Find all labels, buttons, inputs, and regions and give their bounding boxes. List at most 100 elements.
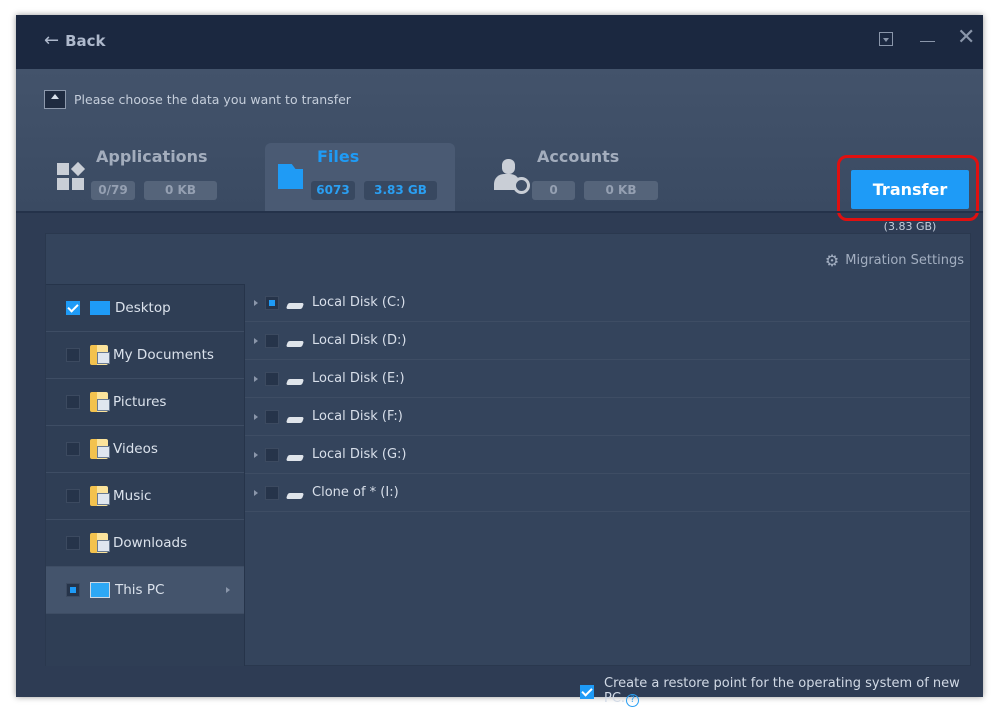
app-window: ← Back ✕ Please choose the data you want… (16, 15, 983, 707)
folder-checkbox[interactable] (66, 536, 80, 550)
restore-point-option: Create a restore point for the operating… (580, 676, 983, 707)
drive-icon (285, 378, 305, 385)
apps-grid-icon (57, 161, 86, 191)
desktop-icon (90, 301, 110, 315)
transfer-button[interactable]: Transfer (851, 170, 969, 209)
back-button[interactable]: ← Back (44, 30, 106, 51)
folder-item-desktop[interactable]: Desktop (46, 285, 244, 332)
drive-item[interactable]: Local Disk (E:) (245, 360, 970, 398)
drive-icon (285, 454, 305, 461)
drive-checkbox[interactable] (265, 371, 279, 386)
drive-label: Local Disk (G:) (312, 447, 407, 462)
expand-arrow-icon[interactable] (254, 451, 258, 458)
folder-item-this-pc[interactable]: This PC (46, 567, 244, 614)
locked-drive-icon (285, 416, 305, 423)
tab-accounts[interactable]: Accounts 0 0 KB (486, 143, 676, 211)
drive-icon (285, 340, 305, 347)
folder-label: Desktop (115, 300, 171, 316)
monitor-upload-icon (44, 90, 66, 109)
drive-label: Local Disk (F:) (312, 409, 403, 424)
drive-checkbox[interactable] (265, 447, 279, 462)
migration-settings-label: Migration Settings (845, 253, 964, 268)
drive-checkbox[interactable] (265, 295, 279, 310)
drive-item[interactable]: Local Disk (G:) (245, 436, 970, 474)
expand-arrow-icon[interactable] (254, 299, 258, 306)
folder-icon (90, 392, 110, 412)
title-bar: ← Back ✕ (16, 15, 983, 69)
folder-item-videos[interactable]: Videos (46, 426, 244, 473)
drive-label: Local Disk (C:) (312, 295, 406, 310)
expand-arrow-icon[interactable] (254, 375, 258, 382)
folder-checkbox[interactable] (66, 583, 80, 597)
drive-checkbox[interactable] (265, 485, 279, 500)
transfer-size: (3.83 GB) (883, 220, 937, 233)
folder-icon (90, 486, 110, 506)
tab-label: Files (317, 147, 360, 166)
folder-checkbox[interactable] (66, 301, 80, 315)
folder-item-downloads[interactable]: Downloads (46, 520, 244, 567)
folder-checkbox[interactable] (66, 442, 80, 456)
folder-label: Music (113, 488, 152, 504)
folder-icon (90, 439, 110, 459)
restore-point-label: Create a restore point for the operating… (604, 676, 960, 706)
drive-label: Clone of * (I:) (312, 485, 399, 500)
size-badge: 0 KB (144, 181, 217, 200)
prompt-text: Please choose the data you want to trans… (74, 92, 351, 107)
drive-item[interactable]: Local Disk (C:) (245, 284, 970, 322)
drive-item[interactable]: Local Disk (F:) (245, 398, 970, 436)
folder-checkbox[interactable] (66, 489, 80, 503)
tab-applications[interactable]: Applications 0/79 0 KB (44, 143, 234, 211)
folder-label: My Documents (113, 347, 214, 363)
drive-checkbox[interactable] (265, 409, 279, 424)
folder-item-my-documents[interactable]: My Documents (46, 332, 244, 379)
drive-icon (285, 492, 305, 499)
help-icon[interactable]: ? (626, 694, 640, 707)
gear-icon: ⚙ (824, 251, 840, 270)
dropdown-menu-button[interactable] (879, 32, 893, 46)
size-badge: 0 KB (584, 181, 658, 200)
folder-icon (90, 533, 110, 553)
prompt: Please choose the data you want to trans… (44, 90, 351, 109)
selection-panel: ⚙ Migration Settings Desktop My Documents… (45, 233, 971, 666)
folder-label: Pictures (113, 394, 167, 410)
folder-icon (90, 345, 110, 365)
migration-settings-link[interactable]: ⚙ Migration Settings (825, 251, 964, 270)
folder-label: Videos (113, 441, 158, 457)
folder-checkbox[interactable] (66, 395, 80, 409)
count-badge: 0 (532, 181, 575, 200)
user-gear-icon (494, 159, 530, 194)
tab-label: Applications (96, 147, 208, 166)
drive-label: Local Disk (D:) (312, 333, 407, 348)
back-label: Back (65, 31, 106, 50)
drive-icon (285, 302, 305, 309)
folder-label: Downloads (113, 535, 188, 551)
drive-list: Local Disk (C:) Local Disk (D:) Local Disk… (245, 284, 970, 512)
drive-item[interactable]: Clone of * (I:) (245, 474, 970, 512)
drive-label: Local Disk (E:) (312, 371, 405, 386)
folder-icon (278, 164, 303, 189)
header: Please choose the data you want to trans… (16, 69, 983, 233)
size-badge: 3.83 GB (364, 181, 437, 200)
expand-arrow-icon[interactable] (254, 489, 258, 496)
arrow-left-icon: ← (44, 30, 60, 51)
expand-arrow-icon[interactable] (254, 337, 258, 344)
folder-item-pictures[interactable]: Pictures (46, 379, 244, 426)
drive-item[interactable]: Local Disk (D:) (245, 322, 970, 360)
close-button[interactable]: ✕ (957, 25, 975, 50)
chevron-right-icon (226, 587, 230, 593)
folder-checkbox[interactable] (66, 348, 80, 362)
computer-icon (90, 582, 110, 598)
tab-files[interactable]: Files 6073 3.83 GB (265, 143, 455, 213)
folder-list: Desktop My Documents Pictures Videos Music Do… (46, 284, 245, 666)
tab-label: Accounts (537, 147, 620, 166)
folder-item-music[interactable]: Music (46, 473, 244, 520)
minimize-button[interactable] (920, 41, 935, 42)
folder-label: This PC (115, 582, 165, 598)
drive-checkbox[interactable] (265, 333, 279, 348)
divider (16, 211, 983, 213)
count-badge: 0/79 (91, 181, 135, 200)
caret-down-icon (883, 38, 889, 45)
expand-arrow-icon[interactable] (254, 413, 258, 420)
count-badge: 6073 (311, 181, 355, 200)
restore-point-checkbox[interactable] (580, 684, 594, 699)
